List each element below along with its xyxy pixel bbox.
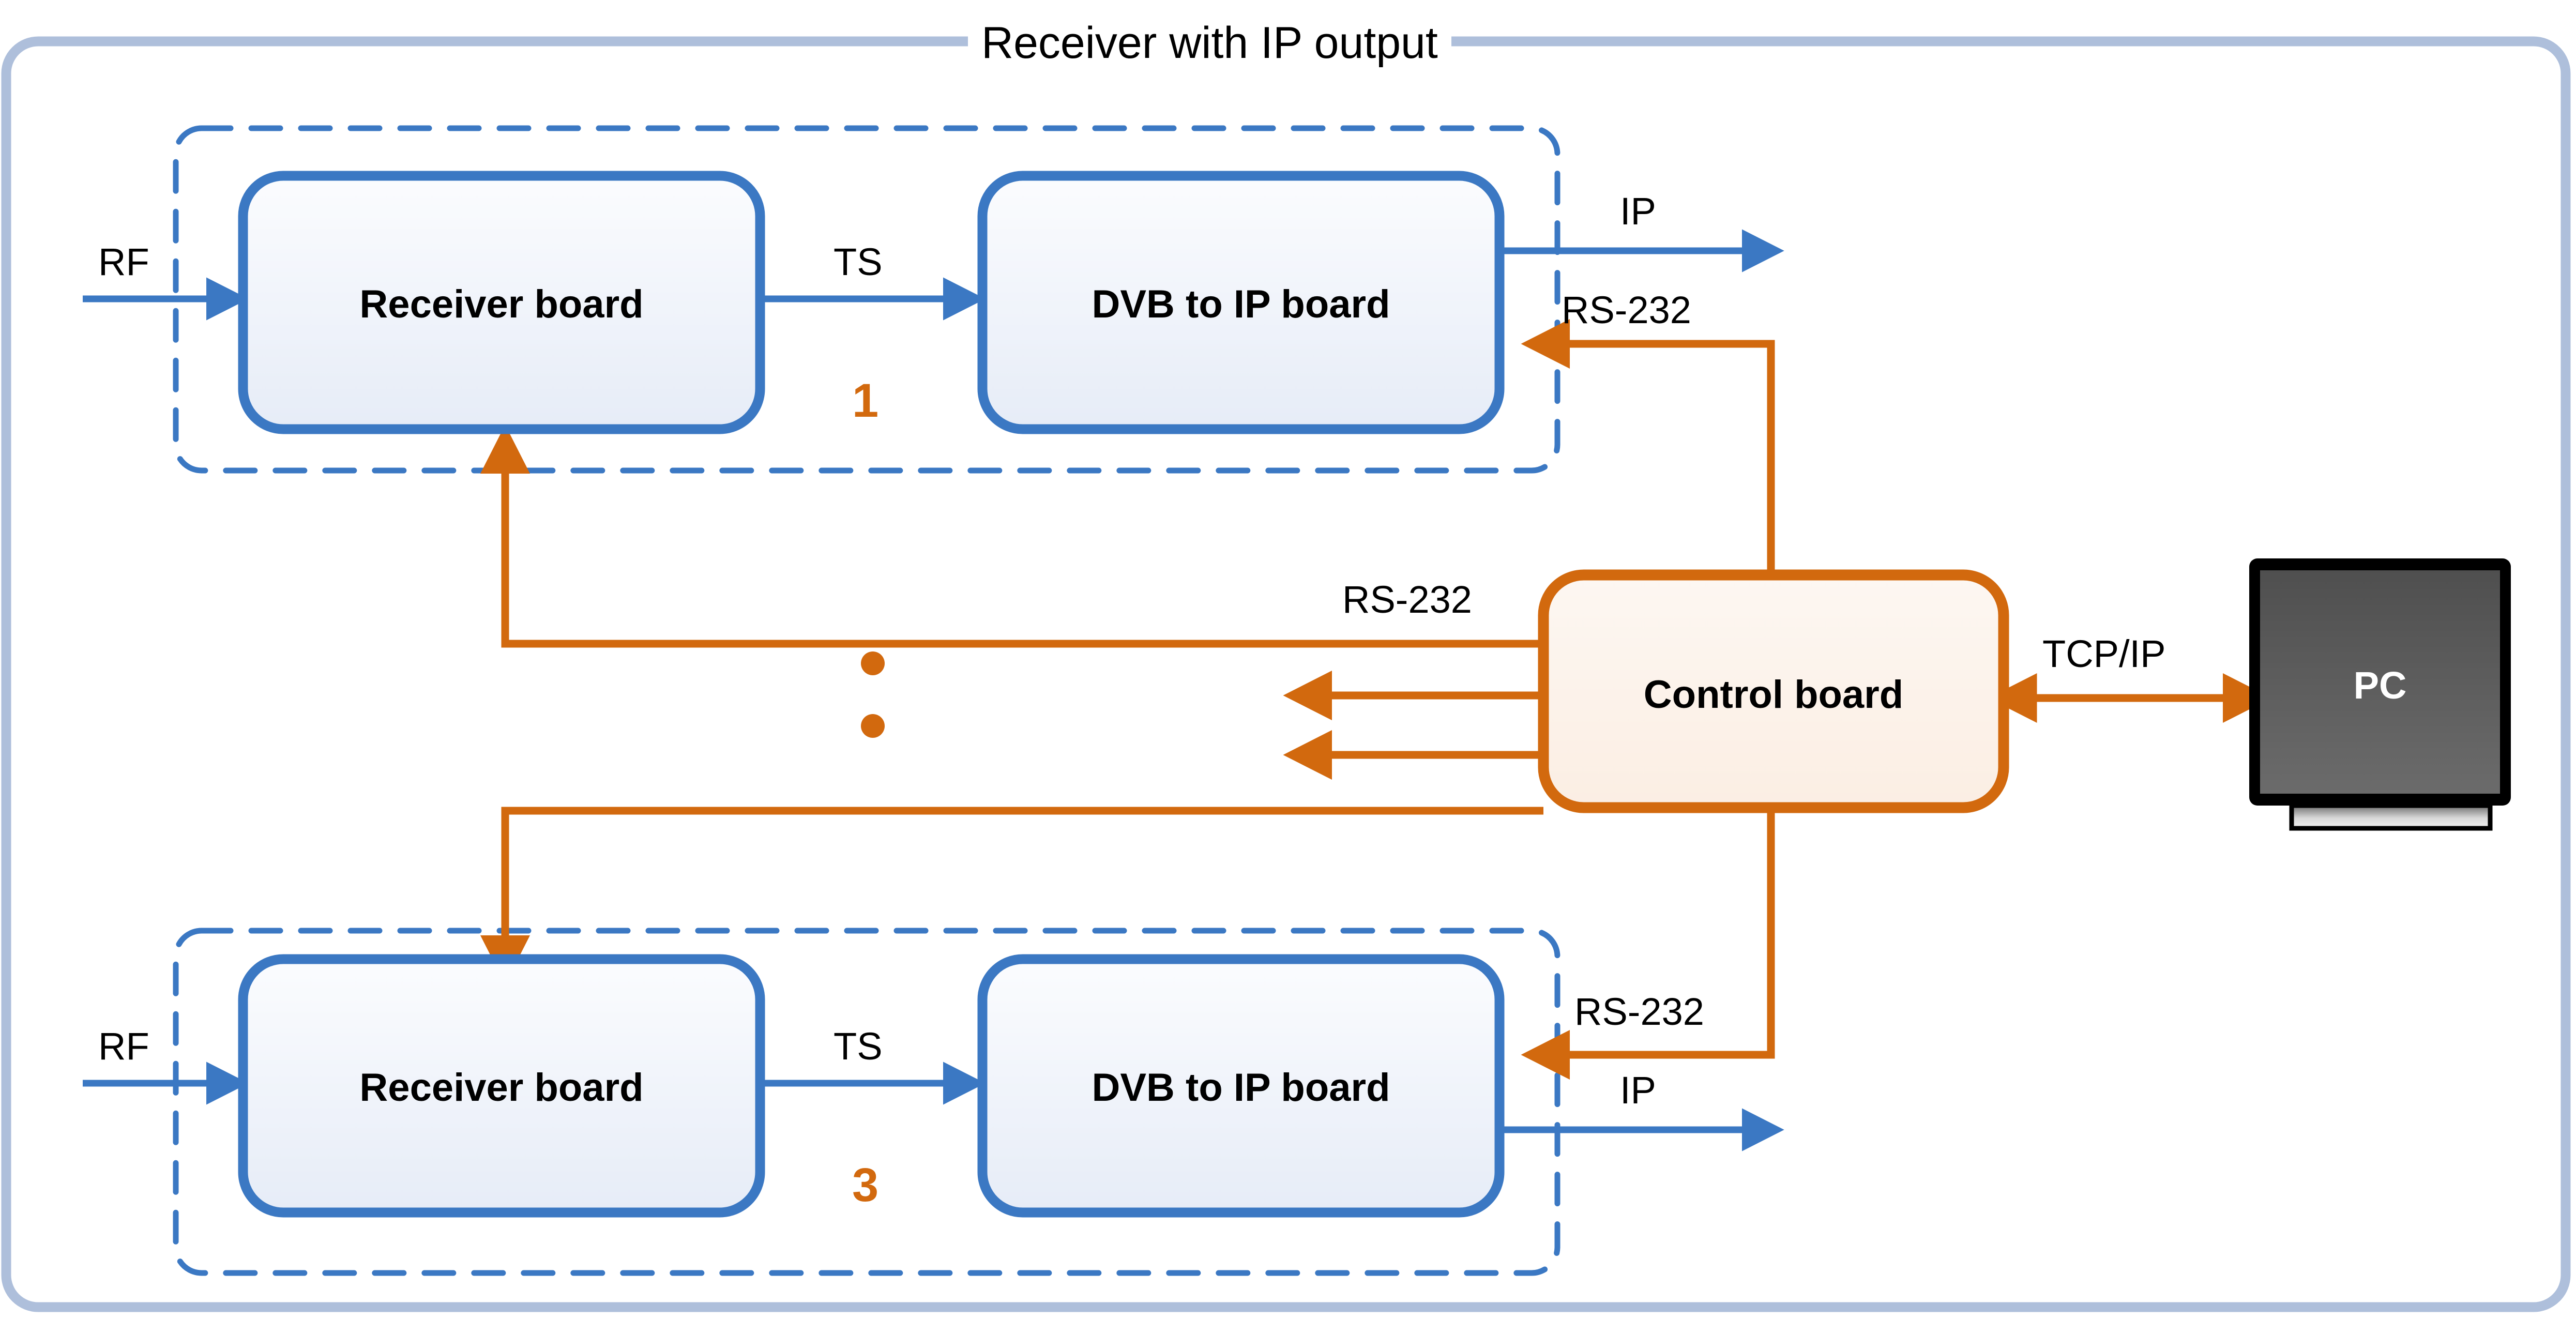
signal-label-rf-1: RF	[98, 240, 149, 283]
ellipsis-dot-1	[861, 651, 885, 675]
signal-label-tcpip: TCP/IP	[2042, 632, 2166, 675]
signal-label-ip-3: IP	[1620, 1069, 1656, 1112]
signal-label-ts-3: TS	[834, 1025, 883, 1068]
block-label-receiver-board-1: Receiver board	[359, 282, 644, 326]
signal-label-rs232-dvb-1: RS-232	[1562, 289, 1691, 331]
signal-label-rf-3: RF	[98, 1025, 149, 1068]
signal-rs232-dvb-1	[1521, 319, 1775, 574]
group-index-label-1: 1	[852, 374, 879, 427]
signal-label-rs232-dvb-3: RS-232	[1574, 990, 1704, 1033]
diagram-vector-layer	[1, 36, 2571, 1312]
block-label-receiver-board-3: Receiver board	[359, 1066, 644, 1110]
ellipsis-dot-2	[861, 714, 885, 738]
group-index-label-3: 3	[852, 1159, 879, 1211]
block-label-control-board: Control board	[1643, 673, 1904, 717]
pc-label: PC	[2353, 664, 2407, 707]
block-label-dvb-to-ip-board-3: DVB to IP board	[1092, 1066, 1390, 1110]
signal-label-rs232-bus: RS-232	[1342, 578, 1472, 621]
diagram-canvas: Receiver with IP output RF Receiver boar…	[0, 0, 2576, 1319]
signal-label-ip-1: IP	[1620, 190, 1656, 233]
block-label-dvb-to-ip-board-1: DVB to IP board	[1092, 282, 1390, 326]
signal-label-ts-1: TS	[834, 240, 883, 283]
page-title: Receiver with IP output	[968, 18, 1451, 69]
